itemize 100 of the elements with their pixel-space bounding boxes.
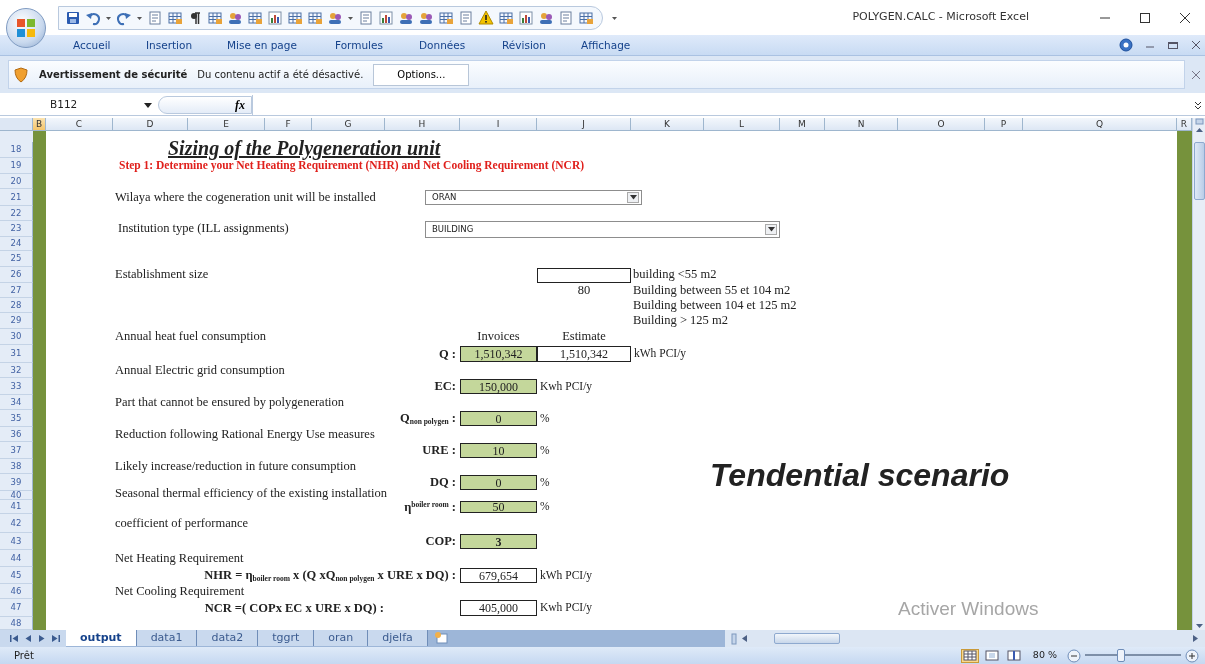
caret-icon[interactable] xyxy=(767,226,775,232)
formula-label: η$^{boiler room}$ : xyxy=(404,500,457,514)
sheet-tab[interactable]: tggrt xyxy=(258,630,315,646)
sheet-tab[interactable]: djelfa xyxy=(368,630,428,646)
table-icon[interactable] xyxy=(247,9,263,26)
sheet-tab[interactable]: oran xyxy=(314,630,369,646)
split-handle-icon[interactable] xyxy=(1194,118,1204,126)
column-header[interactable]: P xyxy=(985,118,1023,131)
scenario-label: Tendential scenario xyxy=(710,459,1011,491)
column-header[interactable]: J xyxy=(537,118,631,131)
ribbon-tab[interactable]: Mise en page xyxy=(227,38,297,54)
normal-view-button[interactable] xyxy=(960,648,979,663)
sheet-tab[interactable]: data1 xyxy=(136,630,198,646)
column-header[interactable]: N xyxy=(825,118,898,131)
dropdown[interactable]: ORAN xyxy=(425,190,642,205)
save-icon[interactable] xyxy=(65,9,81,26)
split-handle-icon[interactable] xyxy=(731,632,737,645)
scroll-left-icon[interactable] xyxy=(741,634,748,643)
table-icon[interactable] xyxy=(207,9,223,26)
field-label: Likely increase/reduction in future consumption xyxy=(115,459,357,474)
ribbon-tab[interactable]: Accueil xyxy=(73,38,111,54)
zoom-out-icon[interactable] xyxy=(1067,648,1081,663)
name-box[interactable]: B112 xyxy=(50,96,78,113)
size-value: 80 xyxy=(577,283,591,298)
unit-label: Kwh PCI/y xyxy=(539,380,594,393)
dropdown[interactable]: BUILDING xyxy=(425,220,780,238)
maximize-icon[interactable] xyxy=(1139,11,1151,24)
scroll-thumb[interactable] xyxy=(1193,142,1205,200)
column-header[interactable]: E xyxy=(188,118,265,131)
column-header[interactable]: K xyxy=(631,118,704,131)
formula-label: DQ : xyxy=(429,476,457,489)
security-warning-title: Avertissement de sécurité xyxy=(39,68,188,82)
zoom-in-icon[interactable] xyxy=(1185,648,1199,663)
unit-label: Kwh PCI/y xyxy=(539,602,594,614)
close-icon[interactable] xyxy=(1179,11,1191,24)
column-header[interactable]: M xyxy=(780,118,825,131)
column-header[interactable]: C xyxy=(46,118,113,131)
column-header[interactable]: H xyxy=(385,118,460,131)
sheet-tab[interactable]: output xyxy=(66,630,137,646)
caret-icon[interactable] xyxy=(144,100,152,109)
ribbon-tab[interactable]: Formules xyxy=(335,38,383,54)
formula-label: NCR =( COPx EC x URE x DQ) : xyxy=(204,601,385,615)
chart-icon[interactable] xyxy=(267,9,283,26)
insert-function-button[interactable]: fx xyxy=(233,95,247,114)
column-header[interactable]: D xyxy=(113,118,188,131)
formula-label: EC: xyxy=(434,380,457,393)
office-logo-icon xyxy=(15,17,37,39)
unit-label: % xyxy=(539,476,551,489)
ribbon-tab[interactable]: Affichage xyxy=(581,38,631,54)
help-icon[interactable] xyxy=(1119,38,1133,52)
table-icon[interactable] xyxy=(498,9,514,26)
unit-label: % xyxy=(539,412,551,425)
first-sheet-icon[interactable] xyxy=(10,634,19,643)
table-icon[interactable] xyxy=(307,9,323,26)
column-header[interactable]: B xyxy=(33,118,46,131)
column-header[interactable]: I xyxy=(460,118,537,131)
previous-sheet-icon[interactable] xyxy=(25,634,32,643)
scroll-right-icon[interactable] xyxy=(1192,634,1199,643)
options-button[interactable]: Options... xyxy=(373,63,470,86)
value-cell: 679,654 xyxy=(460,568,537,583)
table-icon[interactable] xyxy=(438,9,454,26)
last-sheet-icon[interactable] xyxy=(51,634,60,643)
table-icon[interactable] xyxy=(167,9,183,26)
value-cell: 50 xyxy=(460,501,537,513)
restore-icon[interactable] xyxy=(1167,40,1179,50)
value-cell: 10 xyxy=(460,443,537,458)
scroll-thumb[interactable] xyxy=(774,633,840,644)
column-header[interactable]: R xyxy=(1177,118,1192,131)
chart-icon[interactable] xyxy=(518,9,534,26)
table-icon[interactable] xyxy=(287,9,303,26)
size-option: building <55 m2 xyxy=(631,268,898,282)
next-sheet-icon[interactable] xyxy=(38,634,45,643)
column-header[interactable]: L xyxy=(704,118,780,131)
security-warning-message: Du contenu actif a été désactivé. xyxy=(197,68,364,82)
insert-sheet-icon[interactable] xyxy=(433,631,450,645)
column-header[interactable]: G xyxy=(312,118,385,131)
caret-icon[interactable] xyxy=(629,195,637,200)
ribbon-tab[interactable]: Révision xyxy=(502,38,546,54)
field-label: Institution type (ILL assignments) xyxy=(118,222,290,236)
warning-icon[interactable] xyxy=(478,9,494,26)
table-icon[interactable] xyxy=(578,9,594,26)
chart-icon[interactable] xyxy=(378,9,394,26)
size-field[interactable] xyxy=(537,267,631,283)
ribbon-tab[interactable]: Données xyxy=(419,38,466,54)
ribbon-tab[interactable]: Insertion xyxy=(146,38,193,54)
window-title: POLYGEN.CALC - Microsoft Excel xyxy=(852,9,1029,26)
formula-label: COP: xyxy=(425,535,457,548)
column-header[interactable]: F xyxy=(265,118,312,131)
page-break-button[interactable] xyxy=(1004,648,1023,663)
scroll-up-icon[interactable] xyxy=(1194,126,1204,134)
close-icon[interactable] xyxy=(1191,40,1201,50)
column-header[interactable]: Q xyxy=(1023,118,1177,131)
slider-thumb[interactable] xyxy=(1117,649,1126,662)
zoom-level: 80 % xyxy=(1032,648,1057,663)
field-label: Net Cooling Requirement xyxy=(115,584,246,599)
value-cell: 1,510,342 xyxy=(460,346,537,362)
column-header[interactable]: O xyxy=(898,118,985,131)
field-label: Annual Electric grid consumption xyxy=(115,363,286,378)
sheet-tab[interactable]: data2 xyxy=(197,630,259,646)
page-layout-button[interactable] xyxy=(982,648,1001,663)
